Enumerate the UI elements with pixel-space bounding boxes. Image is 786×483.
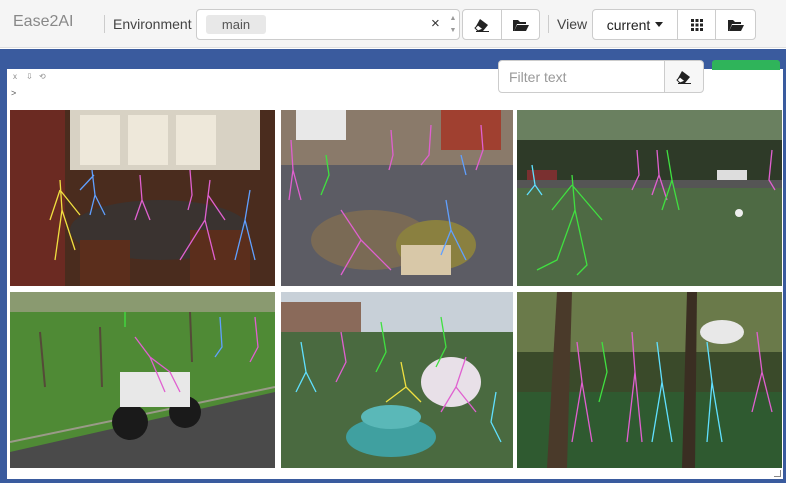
resize-handle[interactable] (774, 470, 781, 477)
caret-down-icon (655, 22, 664, 27)
open-view-folder-button[interactable] (715, 9, 756, 40)
app-brand: Ease2AI (13, 13, 74, 30)
pose-annotated-image (517, 110, 782, 286)
environment-label: Environment (113, 16, 192, 32)
toolbar-divider (104, 15, 105, 33)
green-action-button[interactable] (712, 60, 780, 70)
filter-text-input[interactable] (498, 60, 665, 93)
top-toolbar: Ease2AI Environment main × ▲ ▼ View curr… (0, 0, 786, 48)
image-tile[interactable] (10, 292, 275, 468)
grid-icon (690, 18, 703, 31)
image-tile[interactable] (281, 110, 513, 286)
image-tile[interactable] (10, 110, 275, 286)
clear-environment-button[interactable]: × (431, 15, 440, 32)
spin-down-icon[interactable]: ▼ (447, 27, 459, 34)
spin-up-icon[interactable]: ▲ (447, 15, 459, 22)
folder-open-icon (727, 19, 744, 31)
console-download-control[interactable]: ⇩ (26, 72, 33, 81)
folder-open-icon (512, 19, 529, 31)
image-tile[interactable] (517, 292, 782, 468)
eraser-icon (676, 70, 691, 84)
image-tile[interactable] (281, 292, 513, 468)
environment-chip[interactable]: main (206, 15, 266, 34)
pose-annotated-image (281, 110, 513, 286)
open-folder-button[interactable] (501, 9, 540, 40)
eraser-icon (474, 18, 489, 32)
clear-eraser-button[interactable] (462, 9, 502, 40)
console-prompt: > (11, 88, 17, 98)
toolbar-divider (548, 15, 549, 33)
clear-filter-button[interactable] (664, 60, 704, 93)
grid-view-button[interactable] (677, 9, 716, 40)
pose-annotated-image (10, 110, 275, 286)
environment-selector[interactable]: main × ▲ ▼ (196, 9, 460, 40)
console-close-control[interactable]: x (13, 72, 17, 81)
pose-annotated-image (10, 292, 275, 468)
pose-annotated-image (517, 292, 782, 468)
view-dropdown[interactable]: current (592, 9, 678, 40)
pose-annotated-image (281, 292, 513, 468)
image-tile[interactable] (517, 110, 782, 286)
view-dropdown-value: current (606, 16, 651, 33)
console-refresh-control[interactable]: ⟲ (39, 72, 46, 81)
view-label: View (557, 16, 588, 32)
